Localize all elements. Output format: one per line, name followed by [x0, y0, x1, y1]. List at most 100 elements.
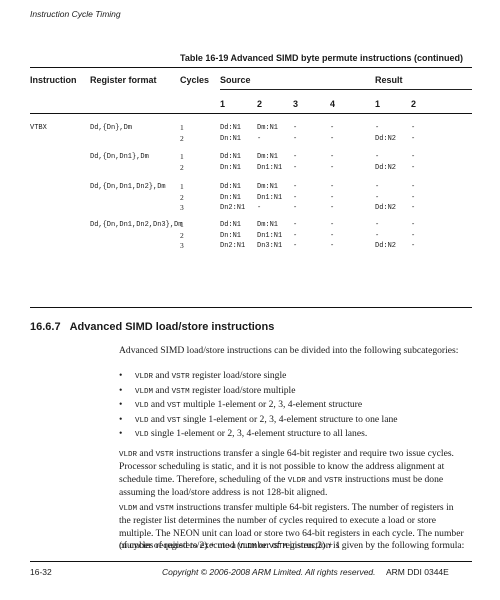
source-3-cell: -	[293, 221, 298, 229]
code-term: VST	[167, 402, 181, 410]
source-4-cell: -	[330, 242, 335, 250]
section-heading: 16.6.7 Advanced SIMD load/store instructi…	[30, 321, 274, 333]
table-header-rule	[30, 113, 472, 114]
result-2-cell: -	[411, 134, 416, 143]
para-text: and	[137, 502, 156, 513]
bullet-icon: •	[119, 370, 123, 381]
result-1-cell: -	[375, 193, 380, 202]
cycle-number: 3	[180, 203, 184, 212]
source-3-cell: -	[293, 193, 298, 202]
page-number: 16-32	[30, 567, 52, 577]
source-3-cell: -	[293, 204, 298, 212]
result-2-cell: -	[411, 204, 416, 212]
source-1-cell: Dd:N1	[220, 221, 242, 229]
result-2-cell: -	[411, 242, 416, 250]
code-term: VSTM	[171, 387, 190, 396]
cycle-number: 1	[180, 152, 184, 161]
table-bottom-rule	[30, 307, 472, 308]
source-1-cell: Dd:N1	[220, 153, 242, 161]
running-header: Instruction Cycle Timing	[30, 9, 121, 19]
source-1-cell: Dn:N1	[220, 231, 242, 240]
result-1-cell: Dd:N2	[375, 204, 397, 212]
bullet-text: single 1-element or 2, 3, 4-element stru…	[180, 413, 398, 425]
source-3-cell: -	[293, 242, 298, 250]
register-format: Dd,{Dn,Dn1,Dn2,Dn3},Dm	[90, 221, 183, 229]
bullet-item: • VLDM and VSTM register load/store multi…	[119, 385, 295, 398]
code-term: VLD	[135, 416, 149, 425]
bullet-icon: •	[119, 428, 123, 439]
result-2-cell: -	[411, 221, 416, 229]
para-text: and	[137, 448, 156, 459]
source-4-cell: -	[330, 124, 335, 132]
source-1-cell: Dd:N1	[220, 183, 242, 191]
result-2-cell: -	[411, 231, 416, 240]
source-2-cell: -	[257, 134, 262, 143]
register-format: Dd,{Dn,Dn1,Dn2},Dm	[90, 183, 166, 191]
bullet-text: multiple 1-element or 2, 3, 4-element st…	[180, 399, 363, 410]
col-header-register-format: Register format	[90, 75, 157, 85]
source-4-cell: -	[330, 134, 335, 143]
source-2-cell: Dn3:N1	[257, 242, 283, 250]
source-3-cell: -	[293, 183, 298, 191]
code-term: VLDR	[135, 373, 154, 381]
table-top-rule	[30, 67, 472, 68]
source-4-cell: -	[330, 153, 335, 161]
code-term: VLDM	[135, 387, 154, 396]
source-4-cell: -	[330, 193, 335, 202]
cycle-number: 2	[180, 230, 184, 240]
source-3-cell: -	[293, 163, 298, 172]
source-1-cell: Dn:N1	[220, 163, 242, 172]
section-number: 16.6.7	[30, 321, 61, 333]
source-2-cell: Dn1:N1	[257, 193, 283, 202]
source-1-cell: Dn:N1	[220, 134, 242, 143]
source-1-cell: Dn2:N1	[220, 242, 246, 250]
result-sub-1: 1	[375, 99, 381, 109]
source-2-cell: Dm:N1	[257, 221, 279, 229]
result-2-cell: -	[411, 124, 416, 132]
source-2-cell: Dn1:N1	[257, 231, 283, 240]
source-2-cell: Dm:N1	[257, 153, 279, 161]
source-4-cell: -	[330, 231, 335, 240]
code-vstr: VSTR	[155, 451, 174, 459]
source-3-cell: -	[293, 124, 298, 132]
bullet-icon: •	[119, 384, 123, 396]
source-2-cell: Dn1:N1	[257, 163, 283, 172]
result-1-cell: -	[375, 231, 380, 240]
result-1-cell: -	[375, 124, 380, 132]
result-1-cell: Dd:N2	[375, 163, 397, 172]
source-3-cell: -	[293, 153, 298, 161]
bullet-text: single 1-element or 2, 3, 4-element stru…	[148, 428, 368, 439]
result-1-cell: -	[375, 221, 380, 229]
bullet-item: • VLD and VST single 1-element or 2, 3, 4…	[119, 414, 398, 427]
bullet-item: • VLDR and VSTR register load/store singl…	[119, 370, 286, 383]
code-vldm: VLDM	[119, 505, 138, 513]
bullet-item: • VLD and VST multiple 1-element or 2, 3,…	[119, 399, 362, 412]
source-1-cell: Dn2:N1	[220, 204, 246, 212]
result-2-cell: -	[411, 163, 416, 172]
cycle-number: 2	[180, 133, 184, 143]
cycle-formula: (number of registers/2) + mod (number of…	[119, 540, 341, 551]
source-4-cell: -	[330, 221, 335, 229]
subheader-rule	[220, 89, 472, 90]
copyright-notice: Copyright © 2006-2008 ARM Limited. All r…	[162, 567, 376, 577]
source-4-cell: -	[330, 183, 335, 191]
cycle-number: 2	[180, 162, 184, 172]
cycle-number: 1	[180, 182, 184, 191]
col-header-result: Result	[375, 75, 403, 85]
bullet-text: register load/store multiple	[189, 384, 296, 396]
vldr-paragraph: VLDR and VSTR instructions transfer a si…	[119, 448, 465, 499]
intro-paragraph: Advanced SIMD load/store instructions ca…	[119, 345, 459, 356]
para-text: and	[305, 473, 325, 485]
source-2-cell: Dm:N1	[257, 183, 279, 191]
bullet-text: and	[153, 370, 172, 381]
code-term: VLD	[135, 431, 149, 439]
cycle-number: 1	[180, 123, 184, 132]
bullet-icon: •	[119, 413, 123, 425]
col-header-instruction: Instruction	[30, 75, 77, 85]
result-1-cell: -	[375, 183, 380, 191]
source-sub-4: 4	[330, 99, 336, 109]
bullet-text: and	[148, 413, 168, 425]
section-title: Advanced SIMD load/store instructions	[69, 321, 275, 333]
document-id: ARM DDI 0344E	[386, 567, 449, 577]
register-format: Dd,{Dn},Dm	[90, 124, 133, 132]
